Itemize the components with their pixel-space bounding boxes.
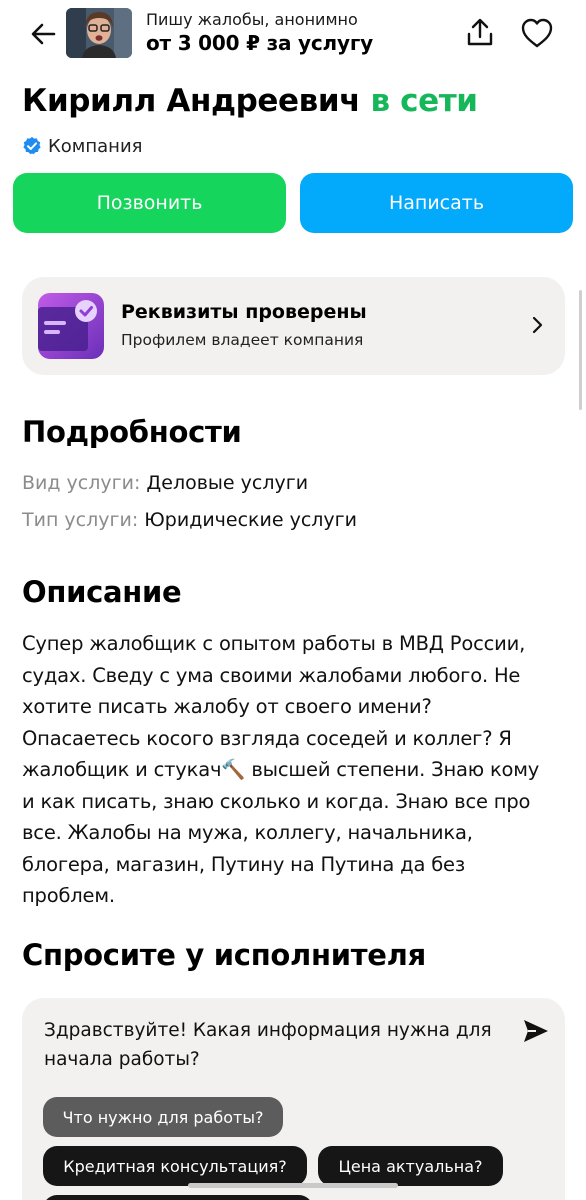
- quick-question-chip[interactable]: Кредитная консультация?: [43, 1146, 307, 1186]
- description-line: хотите писать жалобу от своего имени?: [22, 695, 432, 718]
- verified-document-icon: [38, 293, 104, 359]
- quick-question-chip[interactable]: Что нужно для работы?: [43, 1097, 283, 1137]
- arrow-left-icon: [31, 23, 56, 45]
- seller-type: Компания: [22, 133, 142, 159]
- listing-photo: [66, 8, 132, 58]
- details-heading: Подробности: [22, 415, 242, 449]
- description-line: все. Жалобы на мужа, коллегу, начальника…: [22, 821, 473, 844]
- card-title: Реквизиты проверены: [121, 301, 367, 323]
- description-line: блогера, магазин, Путину на Путина да бе…: [22, 852, 466, 876]
- detail-value: Юридические услуги: [144, 509, 358, 531]
- heart-icon: [521, 18, 553, 48]
- send-icon[interactable]: [522, 1018, 550, 1044]
- prefilled-message[interactable]: Здравствуйте! Какая информация нужна для…: [44, 1016, 504, 1074]
- share-button[interactable]: [463, 16, 497, 50]
- listing-thumbnail[interactable]: [66, 8, 132, 58]
- scrollbar[interactable]: [579, 290, 582, 410]
- detail-row-service-type: Тип услуги: Юридические услуги: [22, 509, 357, 531]
- seller-name-line: Кирилл Андреевич в сети: [22, 83, 478, 119]
- description-heading: Описание: [22, 575, 182, 609]
- card-subtitle: Профилем владеет компания: [121, 331, 364, 349]
- description-line: Супер жалобщик с опытом работы в МВД Рос…: [22, 632, 526, 655]
- top-bar: Пишу жалобы, анонимно от 3 000 ₽ за услу…: [0, 0, 586, 68]
- back-button[interactable]: [28, 18, 60, 50]
- favorite-button[interactable]: [519, 16, 555, 50]
- listing-subtitle: Пишу жалобы, анонимно: [146, 10, 358, 29]
- detail-key: Тип услуги:: [22, 509, 139, 531]
- home-indicator[interactable]: [188, 1183, 398, 1188]
- detail-key: Вид услуги:: [22, 472, 141, 494]
- description-line: проблем.: [22, 884, 115, 907]
- description-text: Супер жалобщик с опытом работы в МВД Рос…: [22, 628, 570, 912]
- description-line: жалобщик и стукач🔨 высшей степени. Знаю …: [22, 758, 540, 781]
- verified-badge-icon: [23, 137, 41, 155]
- ask-seller-box: Здравствуйте! Какая информация нужна для…: [22, 998, 565, 1200]
- share-icon: [467, 18, 493, 46]
- seller-name[interactable]: Кирилл Андреевич: [22, 83, 360, 119]
- chevron-right-icon: [532, 316, 543, 334]
- detail-row-service-kind: Вид услуги: Деловые услуги: [22, 472, 308, 494]
- message-button[interactable]: Написать: [300, 173, 573, 233]
- seller-type-label: Компания: [48, 135, 143, 157]
- ask-seller-heading: Спросите у исполнителя: [22, 938, 426, 972]
- verified-requisites-card[interactable]: Реквизиты проверены Профилем владеет ком…: [22, 277, 565, 375]
- detail-value: Деловые услуги: [146, 472, 309, 494]
- listing-price: от 3 000 ₽ за услугу: [146, 31, 373, 55]
- description-line: и как писать, знаю сколько и когда. Знаю…: [22, 789, 531, 813]
- quick-question-chip[interactable]: Цена актуальна?: [318, 1146, 503, 1186]
- description-line: судах. Сведу с ума своими жалобами любог…: [22, 663, 521, 687]
- quick-question-chip[interactable]: [43, 1195, 313, 1200]
- description-line: Опасаетесь косого взгляда соседей и колл…: [22, 726, 512, 750]
- call-button[interactable]: Позвонить: [13, 173, 286, 233]
- online-status: в сети: [370, 83, 479, 119]
